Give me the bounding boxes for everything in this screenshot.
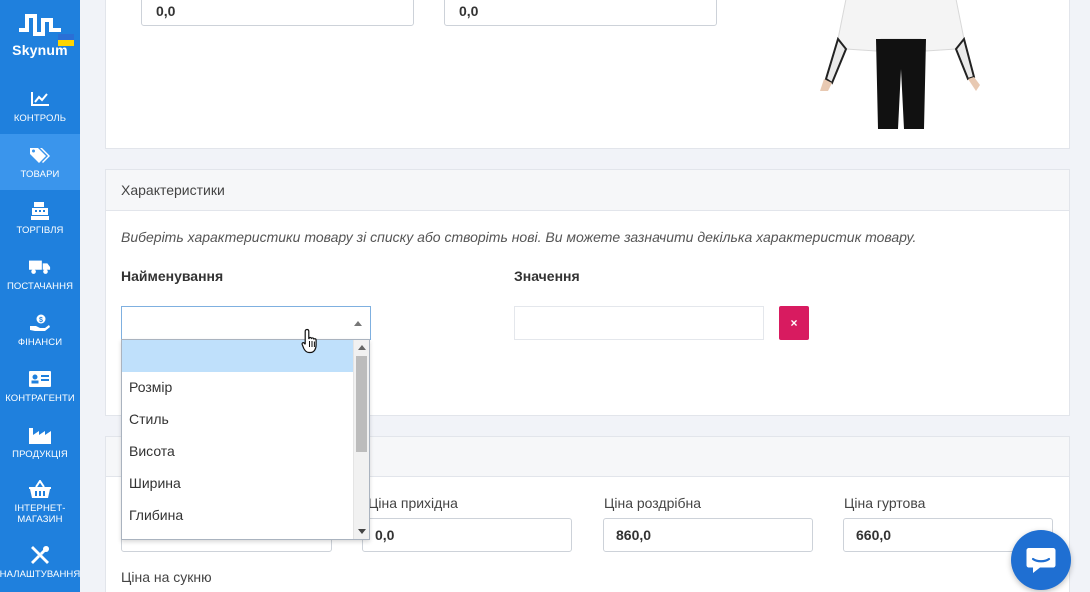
product-main-panel: 0,0 0,0 <box>105 0 1070 149</box>
svg-text:$: $ <box>39 317 43 324</box>
dropdown-option[interactable]: Глибина <box>122 500 354 532</box>
sidebar-item-supply[interactable]: ПОСТАЧАННЯ <box>0 246 80 302</box>
sidebar-item-label: ПРОДУКЦІЯ <box>12 448 68 460</box>
scrollbar-thumb[interactable] <box>356 356 367 452</box>
sidebar-item-label: КОНТРОЛЬ <box>13 112 67 124</box>
sidebar-item-finance[interactable]: $ ФІНАНСИ <box>0 302 80 358</box>
sidebar-item-settings[interactable]: НАЛАШТУВАННЯ <box>0 534 80 590</box>
dropdown-scrollbar[interactable] <box>353 340 369 539</box>
tags-icon <box>29 145 51 165</box>
sidebar-item-contractors[interactable]: КОНТРАГЕНТИ <box>0 358 80 414</box>
characteristics-hint: Виберіть характеристики товару зі списку… <box>121 229 917 245</box>
sidebar-item-label: КОНТРАГЕНТИ <box>5 392 75 404</box>
characteristic-value-input[interactable] <box>514 306 764 340</box>
value-column-label: Значення <box>514 268 580 284</box>
skynum-logo-icon <box>19 14 61 36</box>
purchase-price-input[interactable]: 0,0 <box>362 518 572 552</box>
sidebar: Skynum КОНТРОЛЬ ТОВАРИ ТОРГІВЛЯ ПОСТАЧАН… <box>0 0 80 592</box>
cash-register-icon <box>29 201 51 221</box>
number-input-2[interactable]: 0,0 <box>444 0 717 26</box>
sidebar-item-label: ПОСТАЧАННЯ <box>6 280 74 292</box>
truck-icon <box>29 257 51 277</box>
purchase-price-label: Ціна прихідна <box>368 495 458 511</box>
wholesale-price-label: Ціна гуртова <box>844 495 926 511</box>
retail-price-label: Ціна роздрібна <box>604 495 702 511</box>
sidebar-item-products[interactable]: ТОВАРИ <box>0 134 80 190</box>
caret-up-icon <box>354 321 362 326</box>
sidebar-item-production[interactable]: ПРОДУКЦІЯ <box>0 414 80 470</box>
dropdown-option[interactable]: Розмір <box>122 372 354 404</box>
dropdown-list: Розмір Стиль Висота Ширина Глибина <box>122 340 354 532</box>
sidebar-item-label: ФІНАНСИ <box>17 336 63 348</box>
chat-icon <box>1026 548 1056 573</box>
chat-button[interactable] <box>1011 530 1071 590</box>
sidebar-item-label: ІНТЕРНЕТ- МАГАЗИН <box>14 503 66 525</box>
logo[interactable]: Skynum <box>0 0 80 78</box>
sidebar-item-label: ТОРГІВЛЯ <box>16 224 64 236</box>
characteristic-dropdown: Розмір Стиль Висота Ширина Глибина <box>121 339 370 540</box>
characteristic-name-select[interactable] <box>121 306 371 340</box>
tools-icon <box>29 545 51 565</box>
sidebar-item-trade[interactable]: ТОРГІВЛЯ <box>0 190 80 246</box>
dress-price-label: Ціна на сукню <box>121 569 212 585</box>
sidebar-item-control[interactable]: КОНТРОЛЬ <box>0 78 80 134</box>
ukraine-flag-icon <box>58 34 74 46</box>
product-photo <box>806 0 986 129</box>
delete-characteristic-button[interactable]: × <box>779 306 809 340</box>
hand-cursor-icon <box>301 328 317 354</box>
characteristics-title: Характеристики <box>106 170 1069 211</box>
number-input-1[interactable]: 0,0 <box>141 0 414 26</box>
dropdown-option[interactable]: Ширина <box>122 468 354 500</box>
basket-icon <box>29 479 51 499</box>
sidebar-item-label: НАЛАШТУВАННЯ <box>0 568 81 580</box>
factory-icon <box>29 425 51 445</box>
sidebar-item-eshop[interactable]: ІНТЕРНЕТ- МАГАЗИН <box>0 470 80 534</box>
id-card-icon <box>29 369 51 389</box>
sidebar-item-label: ТОВАРИ <box>20 168 60 180</box>
dropdown-option[interactable]: Висота <box>122 436 354 468</box>
chart-icon <box>29 89 51 109</box>
scroll-up-icon[interactable] <box>358 345 366 350</box>
scroll-down-icon[interactable] <box>358 529 366 534</box>
hand-coin-icon: $ <box>29 313 51 333</box>
dropdown-option[interactable]: Стиль <box>122 404 354 436</box>
name-column-label: Найменування <box>121 268 224 284</box>
retail-price-input[interactable]: 860,0 <box>603 518 813 552</box>
